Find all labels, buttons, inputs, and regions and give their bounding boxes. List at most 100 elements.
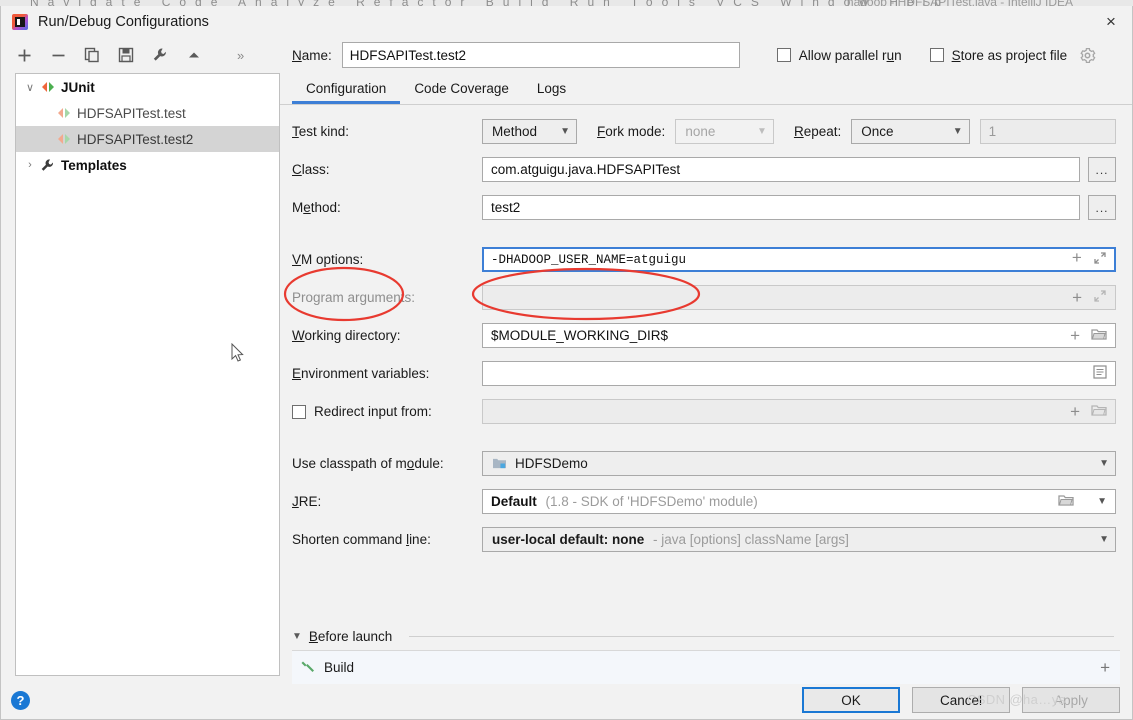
tree-item-hdfsapitest-test[interactable]: HDFSAPITest.test: [16, 100, 279, 126]
chevron-down-icon[interactable]: ▼: [1097, 496, 1107, 507]
shorten-command-line-select[interactable]: user-local default: none - java [options…: [482, 527, 1116, 552]
save-configuration-icon[interactable]: [117, 46, 135, 64]
test-kind-select[interactable]: Method ▼: [482, 119, 578, 144]
expand-icon[interactable]: [1093, 251, 1107, 269]
before-launch-title: Before launch: [308, 629, 393, 644]
tab-logs[interactable]: Logs: [523, 73, 580, 104]
use-classpath-label: Use classpath of module:: [292, 456, 444, 471]
copy-configuration-icon[interactable]: [83, 46, 101, 64]
chevron-down-icon[interactable]: ∨: [20, 81, 40, 94]
folder-icon[interactable]: [1091, 328, 1107, 344]
repeat-select[interactable]: Once ▼: [851, 119, 970, 144]
program-arguments-input[interactable]: +: [482, 285, 1116, 310]
mouse-cursor: [231, 343, 244, 362]
before-launch-header[interactable]: ▼ Before launch: [280, 629, 1132, 644]
tree-item-label: HDFSAPITest.test2: [77, 131, 194, 147]
store-as-project-file-checkbox-box[interactable]: [929, 48, 944, 62]
chevron-down-icon[interactable]: ▼: [757, 126, 767, 137]
chevron-down-icon[interactable]: ▼: [1099, 534, 1109, 545]
add-configuration-icon[interactable]: [15, 46, 33, 64]
program-arguments-field-icons: +: [1062, 289, 1107, 306]
jre-row: JRE: Default (1.8 - SDK of 'HDFSDemo' mo…: [292, 487, 1116, 516]
before-launch-item-label: Build: [324, 660, 355, 675]
chevron-down-icon[interactable]: ▼: [292, 631, 302, 642]
move-up-icon[interactable]: [185, 46, 203, 64]
jre-value: Default: [491, 494, 537, 509]
test-kind-label: Test kind:: [292, 124, 350, 139]
store-as-project-file-label: Store as project file: [951, 47, 1068, 63]
method-input[interactable]: test2: [482, 195, 1080, 220]
add-icon[interactable]: +: [1070, 327, 1080, 344]
vm-options-field-icons: +: [1062, 251, 1107, 269]
vm-options-input[interactable]: -DHADOOP_USER_NAME=atguigu +: [482, 247, 1116, 272]
form-spacer: [292, 231, 1116, 245]
list-editor-icon[interactable]: [1093, 365, 1107, 382]
repeat-value: Once: [861, 124, 894, 139]
edit-templates-wrench-icon[interactable]: [151, 46, 169, 64]
dialog-title: Run/Debug Configurations: [38, 13, 209, 30]
expand-icon[interactable]: [1093, 289, 1107, 306]
fork-mode-value: none: [685, 124, 716, 139]
environment-variables-input[interactable]: [482, 361, 1116, 386]
use-classpath-row: Use classpath of module: HDFSDemo ▼: [292, 449, 1116, 478]
class-input[interactable]: com.atguigu.java.HDFSAPITest: [482, 157, 1080, 182]
repeat-count-input[interactable]: 1: [979, 119, 1116, 144]
redirect-input-checkbox[interactable]: Redirect input from:: [292, 404, 482, 419]
redirect-input-checkbox-box[interactable]: [292, 404, 306, 419]
shorten-command-line-label: Shorten command line:: [292, 532, 431, 547]
tab-configuration[interactable]: Configuration: [292, 73, 401, 104]
tab-code-coverage[interactable]: Code Coverage: [400, 73, 523, 104]
junit-icon: [56, 133, 72, 145]
chevron-down-icon[interactable]: ▼: [953, 126, 963, 137]
chevron-right-icon[interactable]: ›: [20, 159, 40, 171]
folder-icon[interactable]: [1058, 494, 1074, 510]
fork-mode-label: Fork mode:: [597, 124, 666, 139]
tree-item-hdfsapitest-test2[interactable]: HDFSAPITest.test2: [16, 126, 279, 152]
help-icon[interactable]: ?: [11, 690, 30, 710]
before-launch-list[interactable]: Build +: [292, 650, 1120, 684]
configuration-right-pane: Name: HDFSAPITest.test2 Allow parallel r…: [280, 37, 1132, 685]
close-icon[interactable]: ×: [1094, 6, 1128, 36]
before-launch-add-icon[interactable]: +: [1100, 658, 1110, 678]
folder-icon[interactable]: [1091, 404, 1107, 420]
toolbar-overflow-icon[interactable]: »: [237, 48, 244, 63]
tree-item-label: Templates: [61, 157, 127, 173]
class-row: Class: com.atguigu.java.HDFSAPITest ...: [292, 155, 1116, 184]
tree-item-templates[interactable]: › Templates: [16, 152, 279, 178]
name-row: Name: HDFSAPITest.test2 Allow parallel r…: [280, 37, 1132, 73]
use-classpath-select[interactable]: HDFSDemo ▼: [482, 451, 1116, 476]
before-launch-item-build[interactable]: Build: [292, 658, 354, 677]
form-spacer-2: [292, 435, 1116, 449]
chevron-down-icon[interactable]: ▼: [560, 126, 570, 137]
jre-value-hint: (1.8 - SDK of 'HDFSDemo' module): [545, 494, 758, 509]
redirect-input-field[interactable]: +: [482, 399, 1116, 424]
gear-icon[interactable]: [1079, 47, 1096, 64]
add-icon[interactable]: +: [1072, 251, 1082, 268]
add-icon[interactable]: +: [1070, 403, 1080, 420]
remove-configuration-icon[interactable]: [49, 46, 67, 64]
jre-select[interactable]: Default (1.8 - SDK of 'HDFSDemo' module)…: [482, 489, 1116, 514]
working-directory-field-icons: +: [1060, 327, 1107, 344]
allow-parallel-run-checkbox-box[interactable]: [776, 48, 791, 62]
chevron-down-icon[interactable]: ▼: [1099, 458, 1109, 469]
tree-item-junit[interactable]: ∨ JUnit: [16, 74, 279, 100]
wrench-icon: [40, 158, 56, 173]
test-kind-row: Test kind: Method ▼ Fork mode: none ▼ Re…: [292, 117, 1116, 146]
name-label: Name:: [292, 47, 332, 63]
name-input[interactable]: HDFSAPITest.test2: [341, 42, 740, 68]
add-icon[interactable]: +: [1072, 289, 1082, 306]
working-directory-input[interactable]: $MODULE_WORKING_DIR$ +: [482, 323, 1116, 348]
store-as-project-file-checkbox[interactable]: Store as project file: [929, 47, 1068, 63]
configurations-toolbar: »: [1, 37, 280, 73]
class-browse-button[interactable]: ...: [1088, 157, 1116, 182]
fork-mode-select[interactable]: none ▼: [675, 119, 774, 144]
allow-parallel-run-checkbox[interactable]: Allow parallel run: [776, 48, 902, 63]
ok-button[interactable]: OK: [802, 687, 900, 713]
shorten-command-line-row: Shorten command line: user-local default…: [292, 525, 1116, 554]
dialog-footer: ? OK Cancel Apply: [1, 681, 1133, 719]
dialog-buttons: OK Cancel Apply: [802, 687, 1120, 713]
method-browse-button[interactable]: ...: [1088, 195, 1116, 220]
configuration-tabs[interactable]: Configuration Code Coverage Logs: [280, 73, 1132, 104]
watermark: CSDN @ha…ys: [967, 692, 1066, 707]
configurations-tree[interactable]: ∨ JUnit HDFSAPITest.test HDFSAPITest.tes…: [15, 73, 280, 676]
